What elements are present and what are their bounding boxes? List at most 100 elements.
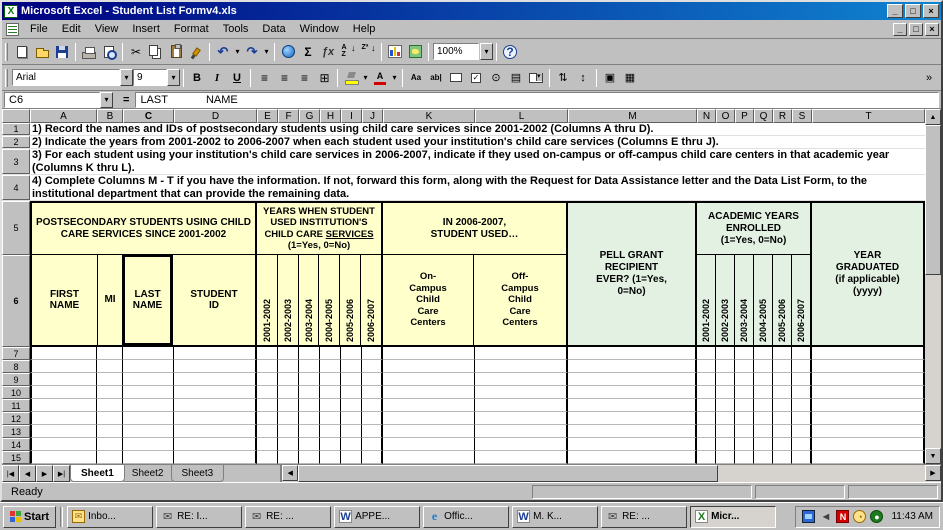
align-center-button[interactable]: ≡ [274, 68, 294, 88]
empty-cell[interactable] [735, 399, 754, 412]
empty-cell[interactable] [30, 373, 97, 386]
row-header[interactable]: 3 [2, 149, 30, 174]
horizontal-scrollbar[interactable]: ◀ ▶ [280, 465, 941, 482]
empty-cell[interactable] [30, 412, 97, 425]
menu-view[interactable]: View [88, 21, 126, 37]
column-header[interactable]: B [97, 109, 123, 123]
empty-cell[interactable] [716, 347, 735, 360]
empty-cell[interactable] [320, 373, 341, 386]
taskbar-button-inbox[interactable]: ✉Inbo... [67, 506, 153, 528]
row-header[interactable]: 12 [2, 412, 30, 425]
tab-sheet3[interactable]: Sheet3 [171, 465, 225, 482]
last-name-header-cell-selected[interactable]: LAST NAME [123, 255, 173, 345]
empty-cell[interactable] [320, 399, 341, 412]
empty-cell[interactable] [475, 347, 568, 360]
year-column-header[interactable]: 2003-2004 [735, 255, 754, 345]
redo-dropdown[interactable]: ▾ [262, 42, 271, 62]
empty-cell[interactable] [123, 360, 174, 373]
first-sheet-icon[interactable]: |◀ [2, 465, 19, 482]
empty-cell[interactable] [792, 399, 812, 412]
empty-cell[interactable] [792, 438, 812, 451]
empty-cell[interactable] [697, 412, 716, 425]
sort-ascending-button[interactable] [338, 42, 358, 62]
empty-cell[interactable] [475, 438, 568, 451]
formula-input[interactable]: LASTNAME [135, 92, 939, 108]
empty-cell[interactable] [735, 412, 754, 425]
column-header[interactable]: G [299, 109, 320, 123]
font-name-select[interactable]: Arial [12, 69, 120, 86]
taskbar-button-mail-1[interactable]: ✉RE: I... [156, 506, 242, 528]
taskbar-button-excel-active[interactable]: XMicr... [690, 506, 776, 528]
font-size-dropdown[interactable]: ▾ [167, 69, 180, 86]
doc-minimize-icon[interactable]: _ [893, 23, 907, 36]
empty-cell[interactable] [792, 451, 812, 464]
empty-cell[interactable] [383, 399, 475, 412]
empty-cell[interactable] [97, 412, 123, 425]
empty-cell[interactable] [320, 347, 341, 360]
empty-cell[interactable] [174, 347, 257, 360]
year-column-header[interactable]: 2004-2005 [754, 255, 773, 345]
menu-window[interactable]: Window [293, 21, 346, 37]
empty-cell[interactable] [97, 438, 123, 451]
spinner-control-button[interactable]: ↕ [573, 68, 593, 88]
empty-cell[interactable] [475, 425, 568, 438]
empty-cell[interactable] [278, 412, 299, 425]
empty-cell[interactable] [697, 399, 716, 412]
row-header[interactable]: 14 [2, 438, 30, 451]
empty-cell[interactable] [299, 373, 320, 386]
menu-file[interactable]: File [23, 21, 55, 37]
align-left-button[interactable]: ≡ [254, 68, 274, 88]
taskbar-button-mail-3[interactable]: ✉RE: ... [601, 506, 687, 528]
empty-cell[interactable] [341, 412, 362, 425]
empty-cell[interactable] [568, 386, 697, 399]
empty-cell[interactable] [716, 373, 735, 386]
group-box-control-button[interactable] [446, 68, 466, 88]
undo-dropdown[interactable]: ▾ [233, 42, 242, 62]
row-header[interactable]: 10 [2, 386, 30, 399]
empty-cell[interactable] [773, 399, 792, 412]
doc-restore-icon[interactable]: □ [909, 23, 923, 36]
empty-cell[interactable] [123, 438, 174, 451]
name-box-dropdown[interactable]: ▾ [100, 92, 113, 108]
row-header[interactable]: 2 [2, 136, 30, 148]
empty-cell[interactable] [299, 412, 320, 425]
row-header[interactable]: 1 [2, 123, 30, 135]
empty-cell[interactable] [792, 360, 812, 373]
empty-cell[interactable] [257, 347, 278, 360]
tray-network-icon[interactable]: ● [870, 510, 883, 523]
empty-cell[interactable] [697, 451, 716, 464]
column-header[interactable]: J [362, 109, 383, 123]
empty-cell[interactable] [257, 399, 278, 412]
empty-cell[interactable] [812, 360, 925, 373]
empty-cell[interactable] [174, 386, 257, 399]
empty-cell[interactable] [773, 425, 792, 438]
column-header[interactable]: N [697, 109, 716, 123]
empty-cell[interactable] [383, 412, 475, 425]
year-column-header[interactable]: 2006-2007 [792, 255, 810, 345]
zoom-dropdown[interactable]: ▾ [480, 43, 493, 60]
empty-cell[interactable] [30, 399, 97, 412]
column-header[interactable]: K [383, 109, 475, 123]
insert-hyperlink-button[interactable] [278, 42, 298, 62]
empty-cell[interactable] [341, 451, 362, 464]
edit-formula-button[interactable]: = [113, 94, 135, 106]
print-button[interactable] [79, 42, 99, 62]
font-color-button[interactable]: A [370, 68, 390, 88]
empty-cell[interactable] [97, 451, 123, 464]
empty-cell[interactable] [383, 451, 475, 464]
empty-cell[interactable] [123, 386, 174, 399]
align-right-button[interactable]: ≡ [294, 68, 314, 88]
year-column-header[interactable]: 2005-2006 [340, 255, 361, 345]
empty-cell[interactable] [341, 425, 362, 438]
menu-insert[interactable]: Insert [125, 21, 167, 37]
empty-cell[interactable] [362, 412, 383, 425]
empty-cell[interactable] [697, 360, 716, 373]
tab-sheet1[interactable]: Sheet1 [70, 465, 125, 482]
empty-cell[interactable] [362, 438, 383, 451]
empty-cell[interactable] [475, 412, 568, 425]
year-graduated-header-cell[interactable]: YEAR GRADUATED (if applicable) (yyyy) [810, 201, 925, 347]
empty-cell[interactable] [697, 386, 716, 399]
autosum-button[interactable]: Σ [298, 42, 318, 62]
empty-cell[interactable] [362, 347, 383, 360]
tray-scheduler-icon[interactable]: ◔ [853, 510, 866, 523]
